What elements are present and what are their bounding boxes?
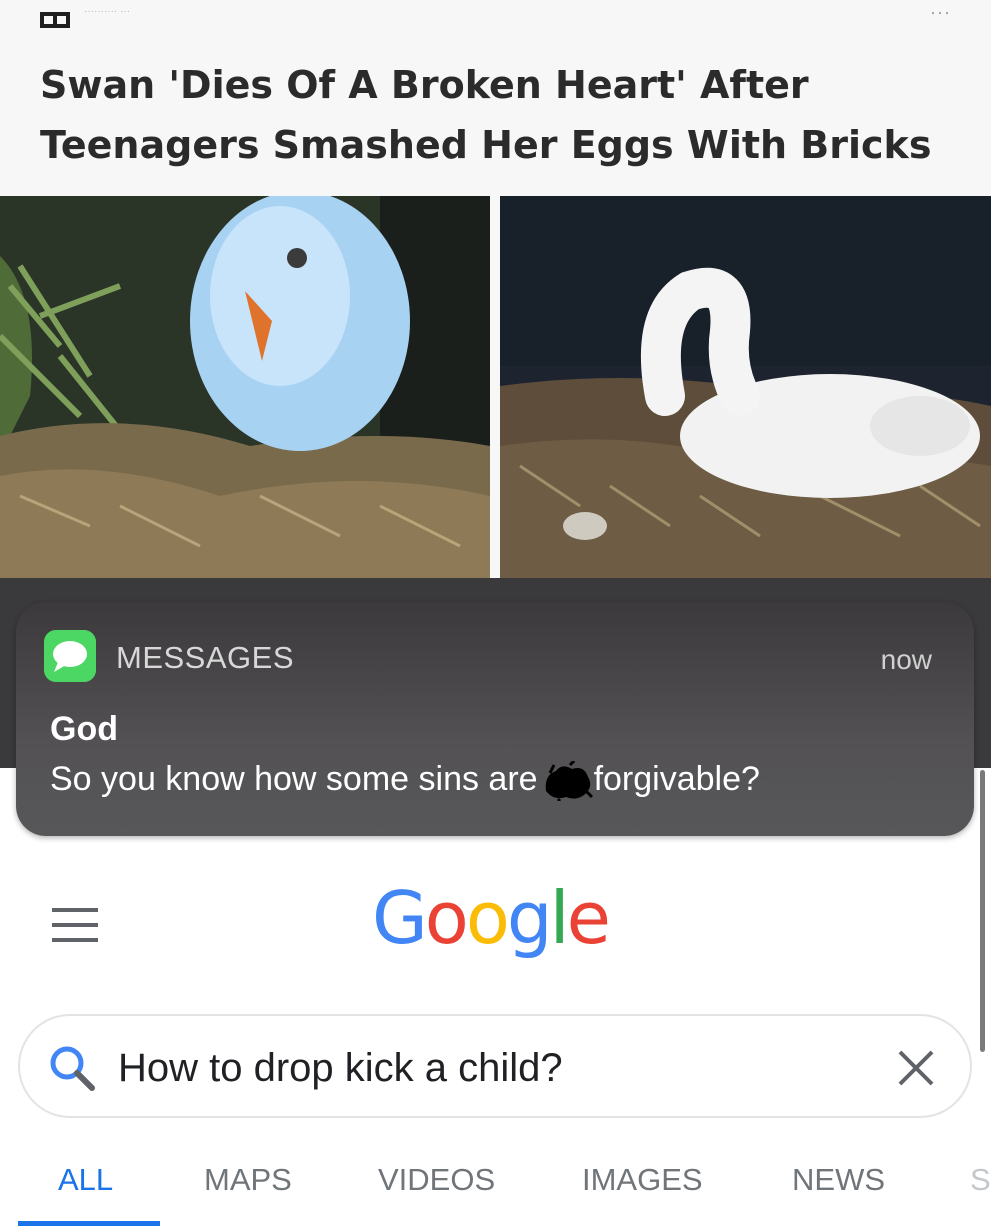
search-tabs: ALL MAPS VIDEOS IMAGES NEWS S — [0, 1140, 991, 1230]
messages-app-icon — [44, 630, 96, 682]
message-notification[interactable]: MESSAGES now God So you know how some si… — [16, 602, 974, 836]
google-logo-letter: l — [549, 876, 570, 960]
notification-app-name: MESSAGES — [116, 640, 294, 675]
tab-videos[interactable]: VIDEOS — [378, 1162, 495, 1198]
menu-icon[interactable] — [52, 908, 98, 942]
article-headline[interactable]: Swan 'Dies Of A Broken Heart' After Teen… — [40, 55, 960, 175]
google-logo-letter: e — [566, 876, 611, 960]
google-logo-letter: g — [506, 876, 553, 960]
tab-shopping-partial[interactable]: S — [970, 1162, 991, 1198]
notification-sender: God — [50, 710, 118, 748]
scribble-redaction-icon — [545, 761, 593, 802]
article-header-bar: ·········· ··· ··· — [0, 0, 991, 40]
message-text-before: So you know how some sins are — [50, 760, 538, 798]
swan-nest-image — [500, 196, 991, 578]
google-logo-letter: o — [424, 876, 469, 960]
active-tab-indicator — [18, 1221, 160, 1226]
notification-message: So you know how some sins are forgivable… — [50, 760, 760, 802]
tab-maps[interactable]: MAPS — [204, 1162, 292, 1198]
source-logo-icon — [40, 12, 70, 28]
tab-images[interactable]: IMAGES — [582, 1162, 703, 1198]
headline-line-2: Teenagers Smashed Her Eggs With Bricks — [40, 123, 932, 167]
swan-photo-left[interactable] — [0, 196, 490, 578]
search-icon[interactable] — [48, 1044, 96, 1092]
swan-photo-right[interactable] — [500, 196, 991, 578]
tab-news[interactable]: NEWS — [792, 1162, 885, 1198]
scrollbar[interactable] — [980, 770, 985, 1052]
message-text-after: forgivable? — [593, 760, 760, 798]
notification-time: now — [880, 644, 932, 675]
google-logo[interactable]: Google — [372, 876, 611, 960]
google-logo-letter: G — [372, 876, 428, 960]
headline-line-1: Swan 'Dies Of A Broken Heart' After — [40, 63, 809, 107]
news-article[interactable]: ·········· ··· ··· Swan 'Dies Of A Broke… — [0, 0, 991, 580]
tab-all[interactable]: ALL — [58, 1162, 113, 1198]
google-logo-letter: o — [465, 876, 510, 960]
search-input[interactable]: How to drop kick a child? — [118, 1046, 563, 1091]
swan-closeup-image — [0, 196, 490, 578]
more-options-icon[interactable]: ··· — [930, 2, 951, 23]
close-icon[interactable] — [896, 1048, 936, 1088]
source-meta: ·········· ··· — [84, 6, 131, 17]
search-bar[interactable]: How to drop kick a child? — [18, 1014, 972, 1118]
